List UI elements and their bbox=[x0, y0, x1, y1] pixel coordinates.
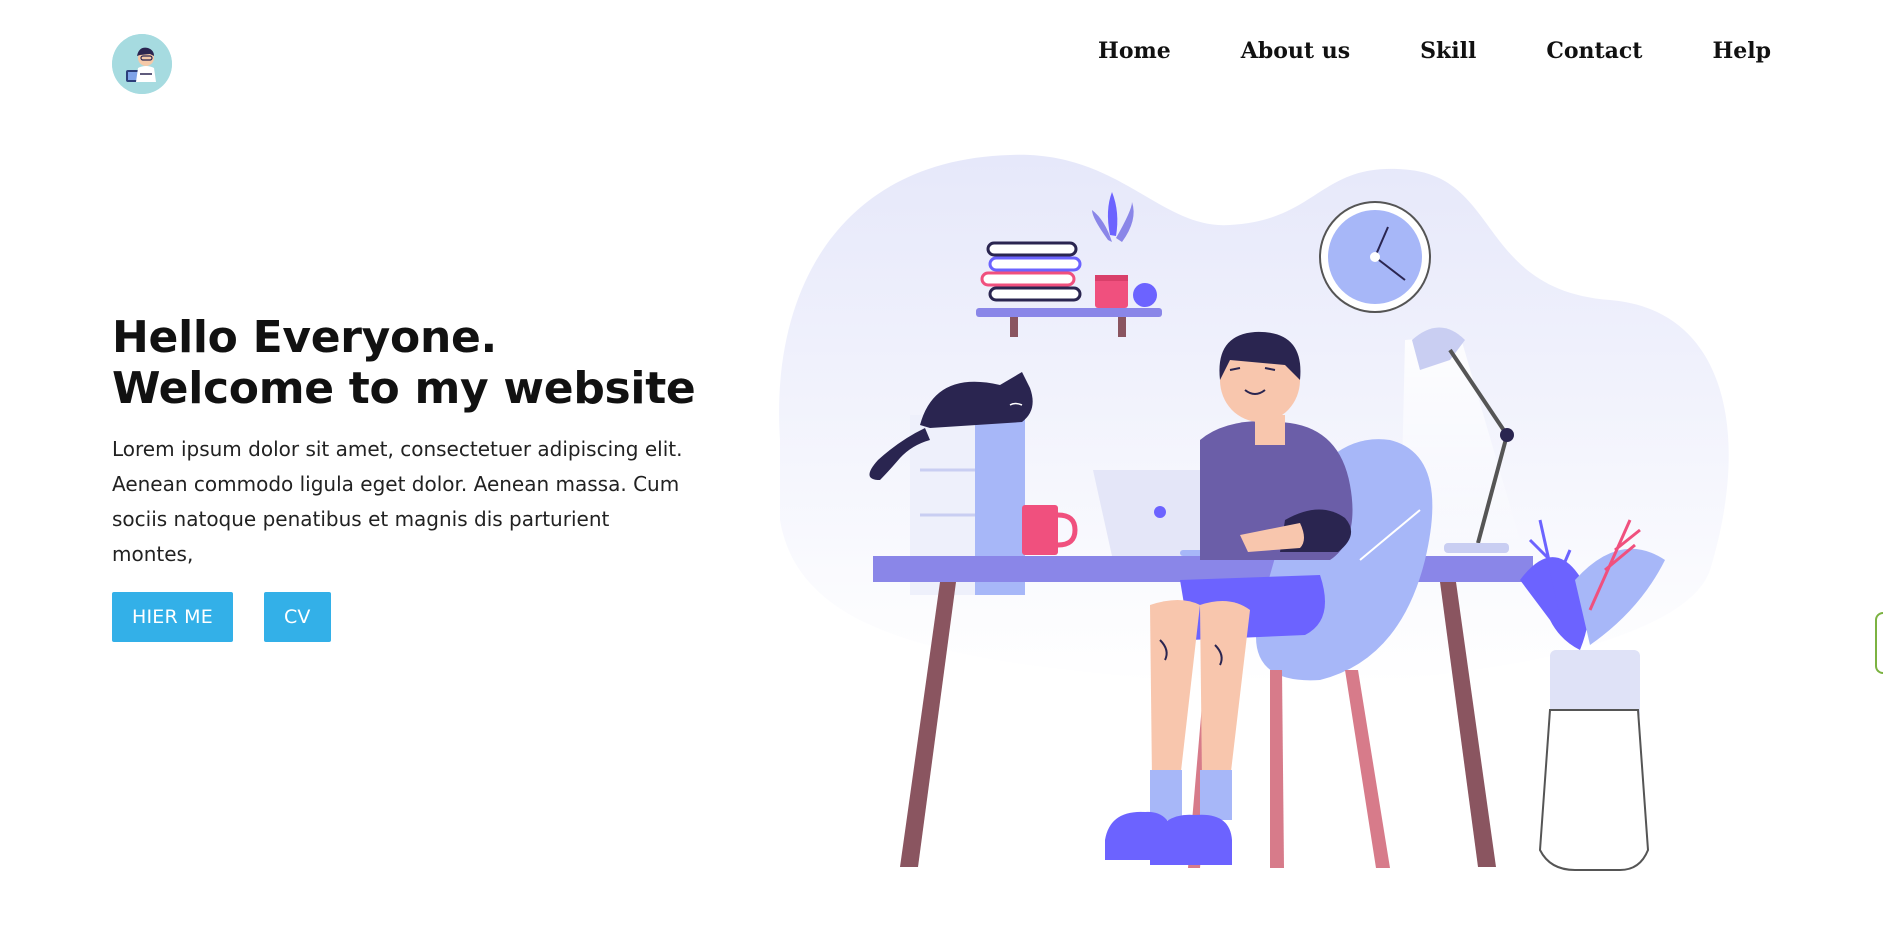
books-icon bbox=[980, 241, 1082, 302]
nav-help-link[interactable]: Help bbox=[1712, 38, 1771, 64]
developer-at-desk-illustration bbox=[779, 154, 1729, 871]
nav-contact-link[interactable]: Contact bbox=[1546, 38, 1642, 64]
nav-skill-link[interactable]: Skill bbox=[1420, 38, 1476, 64]
logo-avatar-icon[interactable] bbox=[112, 34, 172, 94]
cv-button[interactable]: CV bbox=[263, 592, 331, 642]
developer-avatar-icon bbox=[112, 34, 172, 94]
main-navigation: Home About us Skill Contact Help bbox=[1098, 34, 1771, 68]
hero-description: Lorem ipsum dolor sit amet, consectetuer… bbox=[112, 437, 683, 566]
nav-about-us-link[interactable]: About us bbox=[1241, 38, 1350, 64]
side-feedback-tab[interactable] bbox=[1875, 612, 1883, 674]
hero-title: Hello Everyone. Welcome to my website bbox=[112, 312, 696, 414]
hero-section: Hello Everyone. Welcome to my website Lo… bbox=[112, 312, 702, 642]
hero-buttons: HIER ME CV bbox=[112, 592, 702, 642]
wall-clock-icon bbox=[1319, 201, 1431, 313]
hire-me-button[interactable]: HIER ME bbox=[112, 592, 233, 642]
floor-plant-icon bbox=[1520, 519, 1665, 871]
nav-home-link[interactable]: Home bbox=[1098, 38, 1171, 64]
developer-illustration bbox=[760, 140, 1760, 890]
